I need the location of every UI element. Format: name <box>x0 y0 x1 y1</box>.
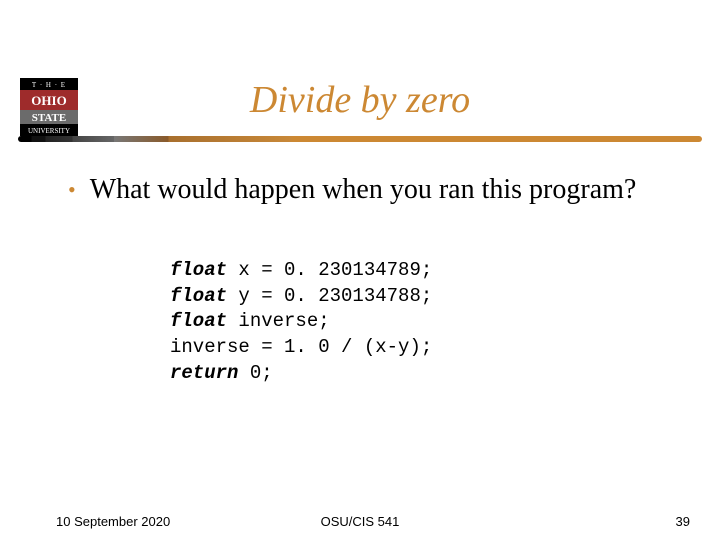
code-keyword: float <box>170 285 227 307</box>
footer-page-number: 39 <box>676 514 690 529</box>
bullet-list: • What would happen when you ran this pr… <box>68 172 680 208</box>
code-text: y = 0. 230134788; <box>227 285 432 307</box>
code-text: inverse = 1. 0 / (x-y); <box>170 336 432 358</box>
code-block: float x = 0. 230134789; float y = 0. 230… <box>170 258 432 386</box>
svg-text:UNIVERSITY: UNIVERSITY <box>28 127 70 135</box>
bullet-text: What would happen when you ran this prog… <box>90 172 637 208</box>
code-text: x = 0. 230134789; <box>227 259 432 281</box>
code-keyword: return <box>170 362 238 384</box>
code-text: inverse; <box>227 310 330 332</box>
code-text: 0; <box>238 362 272 384</box>
footer-course: OSU/CIS 541 <box>0 514 720 529</box>
bullet-marker-icon: • <box>68 172 76 207</box>
slide-title: Divide by zero <box>0 78 720 122</box>
code-keyword: float <box>170 259 227 281</box>
bullet-item: • What would happen when you ran this pr… <box>68 172 680 208</box>
code-keyword: float <box>170 310 227 332</box>
title-underline <box>18 136 702 142</box>
